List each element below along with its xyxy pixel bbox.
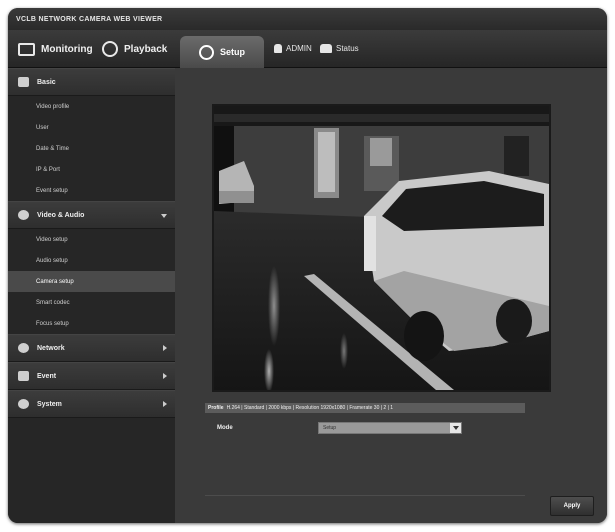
- mode-select-value: Setup: [323, 425, 337, 431]
- apply-button[interactable]: Apply: [550, 496, 594, 516]
- sidebar-item-label: Video profile: [36, 103, 70, 110]
- user-icon: [274, 44, 282, 53]
- sidebar-group-basic[interactable]: Basic: [8, 68, 175, 96]
- chevron-right-icon: [163, 345, 167, 351]
- sidebar-item-label: User: [36, 124, 49, 131]
- status-icon: [320, 44, 332, 53]
- playback-icon: [102, 41, 118, 57]
- sidebar-item-label: Audio setup: [36, 257, 68, 264]
- sidebar-item-audio-setup[interactable]: Audio setup: [8, 250, 175, 271]
- chevron-right-icon: [163, 401, 167, 407]
- mode-select[interactable]: Setup: [318, 422, 462, 434]
- sidebar-item-label: Focus setup: [36, 320, 69, 327]
- user-button[interactable]: ADMIN: [274, 44, 312, 53]
- chevron-down-icon: [450, 423, 461, 433]
- status-label: Status: [336, 44, 359, 53]
- camera-icon: [18, 210, 29, 220]
- status-button[interactable]: Status: [320, 44, 359, 53]
- sidebar-item-date-time[interactable]: Date & Time: [8, 138, 175, 159]
- sidebar-item-smart-codec[interactable]: Smart codec: [8, 292, 175, 313]
- gear-icon: [18, 399, 29, 409]
- sidebar-item-label: Smart codec: [36, 299, 70, 306]
- sidebar-item-ip-port[interactable]: IP & Port: [8, 159, 175, 180]
- live-video-view[interactable]: [212, 104, 551, 392]
- setup-label: Setup: [219, 47, 245, 57]
- sidebar-item-event-setup[interactable]: Event setup: [8, 180, 175, 201]
- sidebar-item-label: Video setup: [36, 236, 68, 243]
- sidebar-item-video-setup[interactable]: Video setup: [8, 229, 175, 250]
- sidebar-group-system[interactable]: System: [8, 390, 175, 418]
- sidebar-item-user[interactable]: User: [8, 117, 175, 138]
- sidebar-item-label: Date & Time: [36, 145, 70, 152]
- status-bar-label: Profile: [208, 405, 224, 411]
- monitoring-button[interactable]: Monitoring: [18, 38, 93, 60]
- playback-button[interactable]: Playback: [102, 38, 167, 60]
- monitor-icon: [18, 42, 35, 56]
- divider: [205, 495, 525, 496]
- top-navigation: Monitoring Playback Setup ADMIN Status: [8, 30, 607, 68]
- stream-info-text: H.264 | Standard | 2000 kbps | Resolutio…: [226, 405, 394, 411]
- playback-label: Playback: [124, 43, 168, 55]
- sidebar-group-label: Network: [37, 344, 65, 352]
- edit-icon: [18, 77, 29, 87]
- sidebar: Basic Video profile User Date & Time IP …: [8, 68, 175, 523]
- globe-icon: [18, 343, 29, 353]
- tab-setup[interactable]: Setup: [180, 36, 264, 68]
- sidebar-item-focus-setup[interactable]: Focus setup: [8, 313, 175, 334]
- mode-label: Mode: [217, 425, 233, 431]
- gear-icon: [198, 44, 214, 60]
- sidebar-group-network[interactable]: Network: [8, 334, 175, 362]
- sidebar-item-video-profile[interactable]: Video profile: [8, 96, 175, 117]
- sidebar-item-camera-setup[interactable]: Camera setup: [8, 271, 175, 292]
- parking-garage-video-image: [214, 106, 549, 390]
- main-content: Profile H.264 | Standard | 2000 kbps | R…: [175, 68, 607, 523]
- chevron-right-icon: [163, 373, 167, 379]
- app-window: VCLB NETWORK CAMERA WEB VIEWER Monitorin…: [8, 8, 607, 523]
- title-bar: VCLB NETWORK CAMERA WEB VIEWER: [8, 8, 607, 30]
- monitoring-label: Monitoring: [41, 43, 93, 55]
- sidebar-group-label: System: [37, 400, 62, 408]
- sidebar-group-label: Basic: [37, 78, 56, 86]
- stream-info-bar: Profile H.264 | Standard | 2000 kbps | R…: [205, 403, 525, 413]
- person-icon: [18, 371, 29, 381]
- sidebar-group-event[interactable]: Event: [8, 362, 175, 390]
- user-label: ADMIN: [286, 44, 312, 53]
- sidebar-group-label: Video & Audio: [37, 211, 85, 219]
- sidebar-group-video-audio[interactable]: Video & Audio: [8, 201, 175, 229]
- chevron-down-icon: [161, 214, 167, 218]
- sidebar-item-label: Event setup: [36, 187, 68, 194]
- window-title: VCLB NETWORK CAMERA WEB VIEWER: [16, 15, 163, 23]
- sidebar-item-label: Camera setup: [36, 278, 74, 285]
- sidebar-item-label: IP & Port: [36, 166, 60, 173]
- sidebar-group-label: Event: [37, 372, 57, 380]
